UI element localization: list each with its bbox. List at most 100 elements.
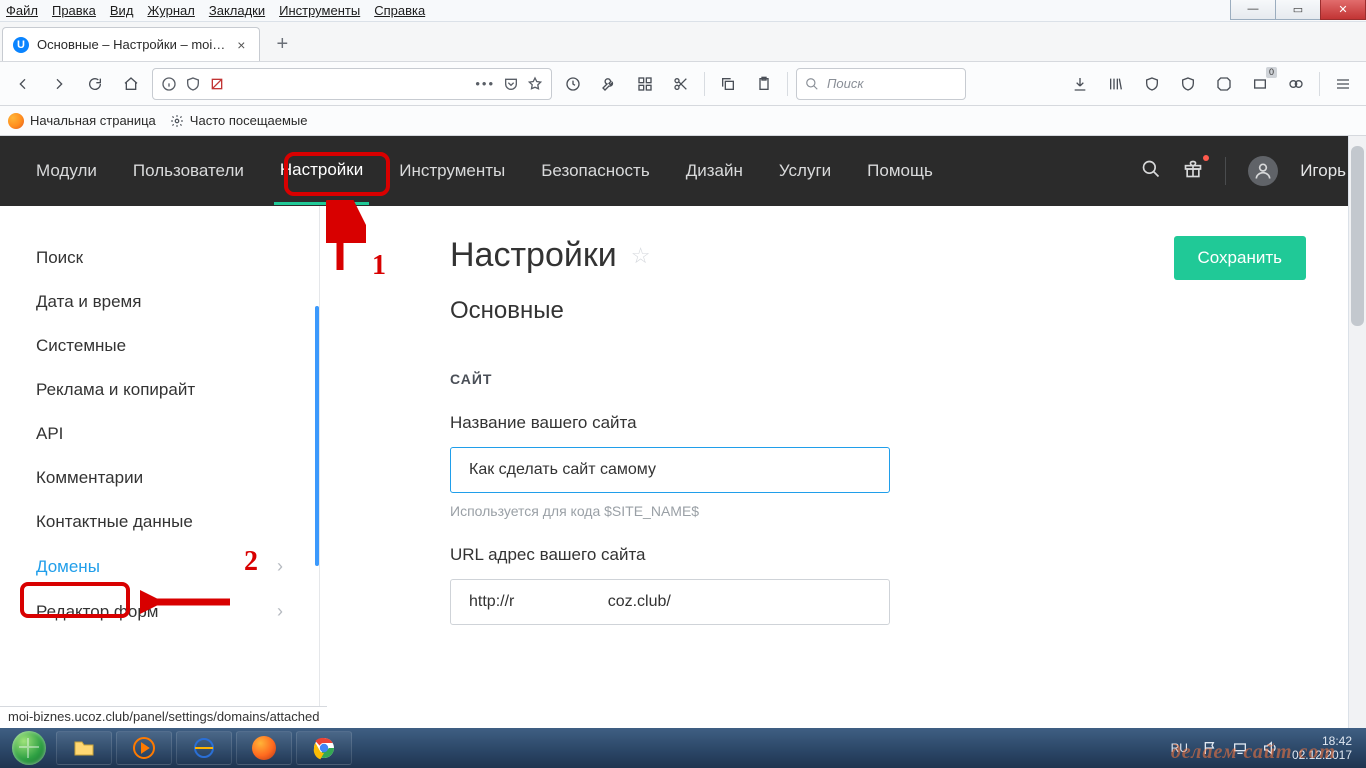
sidebar-item-5[interactable]: Комментарии: [0, 456, 319, 500]
search-bar[interactable]: Поиск: [796, 68, 966, 100]
site-url-input[interactable]: [450, 579, 890, 625]
customize-icon[interactable]: [630, 69, 660, 99]
info-icon: [161, 76, 177, 92]
nav-forward-button[interactable]: [44, 69, 74, 99]
save-button[interactable]: Сохранить: [1174, 236, 1306, 280]
nav-back-button[interactable]: [8, 69, 38, 99]
adblock-plus-icon[interactable]: [1209, 69, 1239, 99]
nav-users[interactable]: Пользователи: [127, 139, 250, 203]
user-avatar[interactable]: [1248, 156, 1278, 186]
taskbar-media-player[interactable]: [116, 731, 172, 765]
browser-tab[interactable]: U Основные – Настройки – moi… ×: [2, 27, 260, 61]
sidebar-item-label: Дата и время: [36, 292, 141, 312]
page-scrollbar[interactable]: [1348, 136, 1366, 728]
window-maximize-button[interactable]: ▭: [1275, 0, 1321, 20]
firefox-bookmarks-bar: Начальная страница Часто посещаемые: [0, 106, 1366, 136]
taskbar-firefox[interactable]: [236, 731, 292, 765]
url-bar[interactable]: •••: [152, 68, 552, 100]
nav-reload-button[interactable]: [80, 69, 110, 99]
menu-view[interactable]: Вид: [110, 3, 134, 18]
sidebar-item-1[interactable]: Дата и время: [0, 280, 319, 324]
sidebar-item-label: API: [36, 424, 63, 444]
settings-main: Настройки ☆ Сохранить Основные САЙТ Назв…: [320, 206, 1366, 728]
devtools-wrench-icon[interactable]: [594, 69, 624, 99]
bookmark-start-page[interactable]: Начальная страница: [8, 113, 156, 129]
search-icon: [805, 77, 819, 91]
sidebar-item-8[interactable]: Редактор форм›: [0, 589, 319, 634]
sidebar-item-2[interactable]: Системные: [0, 324, 319, 368]
firefox-tabstrip: U Основные – Настройки – moi… × +: [0, 22, 1366, 62]
nav-help[interactable]: Помощь: [861, 139, 939, 203]
addon-circles-icon[interactable]: [1281, 69, 1311, 99]
taskbar-explorer[interactable]: [56, 731, 112, 765]
page-actions-icon[interactable]: •••: [475, 76, 495, 91]
pocket-icon[interactable]: [503, 76, 519, 92]
new-tab-button[interactable]: +: [268, 30, 296, 58]
annotation-number-2: 2: [244, 548, 258, 576]
nav-design[interactable]: Дизайн: [680, 139, 749, 203]
sidebar-item-4[interactable]: API: [0, 412, 319, 456]
sidebar-item-7[interactable]: Домены›: [0, 544, 319, 589]
addon-shield-icon[interactable]: [1173, 69, 1203, 99]
menu-edit[interactable]: Правка: [52, 3, 96, 18]
firefox-menubar: Файл Правка Вид Журнал Закладки Инструме…: [0, 0, 1366, 22]
user-name[interactable]: Игорь: [1300, 161, 1346, 181]
downloads-icon[interactable]: [1065, 69, 1095, 99]
window-close-button[interactable]: ✕: [1320, 0, 1366, 20]
tray-lang[interactable]: RU: [1171, 741, 1188, 755]
annotation-number-1: 1: [372, 252, 386, 280]
cut-scissors-icon[interactable]: [666, 69, 696, 99]
tray-clock[interactable]: 18:42 02.12.2017: [1292, 734, 1352, 762]
menu-help[interactable]: Справка: [374, 3, 425, 18]
firefox-nav-toolbar: ••• Поиск: [0, 62, 1366, 106]
taskbar-chrome[interactable]: [296, 731, 352, 765]
toolbar-separator: [1319, 72, 1320, 96]
nav-modules[interactable]: Модули: [30, 139, 103, 203]
copy-icon[interactable]: [713, 69, 743, 99]
permissions-blocked-icon: [209, 76, 225, 92]
sidebar-scroll-thumb[interactable]: [315, 306, 319, 566]
site-url-label: URL адрес вашего сайта: [450, 545, 1316, 565]
start-button[interactable]: [6, 731, 52, 765]
menu-file[interactable]: Файл: [6, 3, 38, 18]
menu-tools[interactable]: Инструменты: [279, 3, 360, 18]
container-icon[interactable]: [1245, 69, 1275, 99]
bookmark-star-icon[interactable]: [527, 76, 543, 92]
hamburger-menu-icon[interactable]: [1328, 69, 1358, 99]
sidebar-item-label: Домены: [36, 557, 100, 577]
library-icon[interactable]: [1101, 69, 1131, 99]
ucoz-top-nav: Модули Пользователи Настройки Инструмент…: [0, 136, 1366, 206]
windows-taskbar: RU 18:42 02.12.2017 делаем сайт com: [0, 728, 1366, 768]
sidebar-item-label: Контактные данные: [36, 512, 193, 532]
settings-sidebar: Поиск Дата и время Системные Реклама и копи…: [0, 206, 320, 728]
nav-security[interactable]: Безопасность: [535, 139, 655, 203]
ublock-icon[interactable]: [1137, 69, 1167, 99]
taskbar-ie[interactable]: [176, 731, 232, 765]
bookmark-most-visited[interactable]: Часто посещаемые: [170, 113, 308, 128]
sidebar-item-0[interactable]: Поиск: [0, 236, 319, 280]
nav-home-button[interactable]: [116, 69, 146, 99]
sidebar-item-3[interactable]: Реклама и копирайт: [0, 368, 319, 412]
sidebar-item-6[interactable]: Контактные данные: [0, 500, 319, 544]
nav-settings[interactable]: Настройки: [274, 138, 369, 205]
toolbar-separator: [787, 72, 788, 96]
topnav-gift-icon[interactable]: [1183, 159, 1203, 184]
site-name-input[interactable]: [450, 447, 890, 493]
subheading: Основные: [450, 297, 1316, 325]
sidebar-item-label: Реклама и копирайт: [36, 380, 195, 400]
favorite-star-icon[interactable]: ☆: [631, 243, 651, 269]
menu-bookmarks[interactable]: Закладки: [209, 3, 265, 18]
nav-tools[interactable]: Инструменты: [393, 139, 511, 203]
paste-icon[interactable]: [749, 69, 779, 99]
history-icon[interactable]: [558, 69, 588, 99]
menu-history[interactable]: Журнал: [147, 3, 194, 18]
nav-services[interactable]: Услуги: [773, 139, 837, 203]
tray-volume-icon[interactable]: [1262, 740, 1278, 756]
tab-close-icon[interactable]: ×: [233, 37, 249, 53]
window-minimize-button[interactable]: —: [1230, 0, 1276, 20]
gear-icon: [170, 114, 184, 128]
topnav-search-icon[interactable]: [1141, 159, 1161, 184]
tray-flag-icon[interactable]: [1202, 740, 1218, 756]
sidebar-item-label: Поиск: [36, 248, 83, 268]
tray-network-icon[interactable]: [1232, 740, 1248, 756]
